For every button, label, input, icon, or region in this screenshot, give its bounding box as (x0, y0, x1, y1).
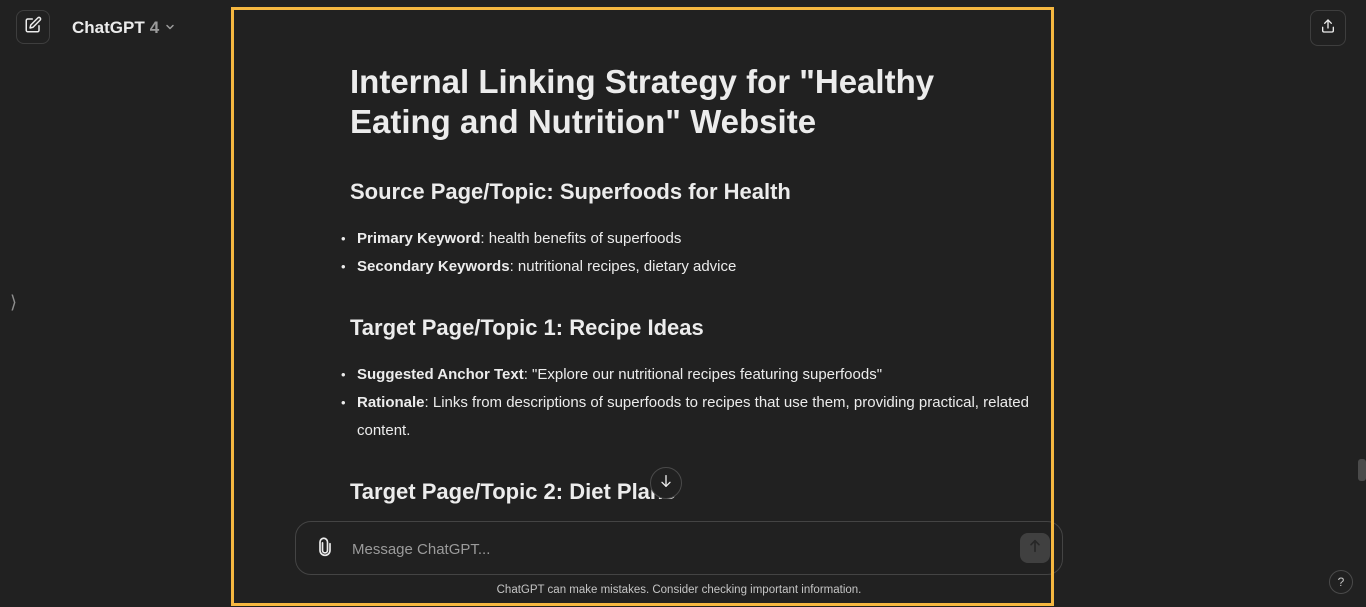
target2-heading: Target Page/Topic 2: Diet Plans (350, 479, 676, 504)
paperclip-icon (315, 536, 335, 562)
assistant-message: Internal Linking Strategy for "Healthy E… (341, 62, 1030, 506)
item-label: Primary Keyword (357, 230, 481, 247)
disclaimer-text: ChatGPT can make mistakes. Consider chec… (496, 584, 862, 596)
new-chat-button[interactable] (16, 10, 50, 44)
list-item: Secondary Keywords: nutritional recipes,… (341, 253, 1030, 281)
attach-button[interactable] (314, 536, 336, 562)
item-text: : "Explore our nutritional recipes featu… (523, 366, 883, 383)
question-mark-icon: ? (1337, 575, 1345, 589)
scroll-to-bottom-button[interactable] (650, 467, 682, 499)
scrollbar-thumb[interactable] (1358, 459, 1366, 481)
chevron-right-icon: ⟩ (10, 292, 18, 312)
list-item: Primary Keyword: health benefits of supe… (341, 225, 1030, 253)
share-upload-icon (1320, 18, 1336, 39)
model-version: 4 (149, 18, 160, 37)
model-selector[interactable]: ChatGPT 4 (72, 18, 176, 38)
help-button[interactable]: ? (1329, 570, 1353, 594)
source-heading: Source Page/Topic: Superfoods for Health (350, 179, 791, 204)
message-input[interactable] (350, 535, 1004, 563)
item-label: Suggested Anchor Text (357, 366, 524, 383)
sidebar-toggle[interactable]: ⟩ (10, 292, 17, 312)
item-label: Rationale (357, 394, 425, 411)
list-item: Rationale: Links from descriptions of su… (341, 389, 1030, 445)
item-text: : Links from descriptions of superfoods … (357, 394, 1029, 439)
message-composer (295, 521, 1063, 575)
arrow-down-icon (658, 473, 674, 494)
article-title: Internal Linking Strategy for "Healthy E… (350, 63, 935, 140)
send-button[interactable] (1020, 533, 1050, 563)
list-item: Suggested Anchor Text: "Explore our nutr… (341, 361, 1030, 389)
chevron-down-icon (164, 18, 176, 38)
item-text: : nutritional recipes, dietary advice (509, 258, 737, 275)
target1-heading: Target Page/Topic 1: Recipe Ideas (350, 315, 704, 340)
share-button[interactable] (1310, 10, 1346, 46)
source-list: Primary Keyword: health benefits of supe… (341, 225, 1030, 281)
item-text: : health benefits of superfoods (480, 230, 682, 247)
pencil-square-icon (24, 16, 42, 39)
item-label: Secondary Keywords (357, 258, 510, 275)
arrow-up-icon (1027, 538, 1043, 559)
model-name: ChatGPT (72, 18, 145, 37)
target1-list: Suggested Anchor Text: "Explore our nutr… (341, 361, 1030, 445)
